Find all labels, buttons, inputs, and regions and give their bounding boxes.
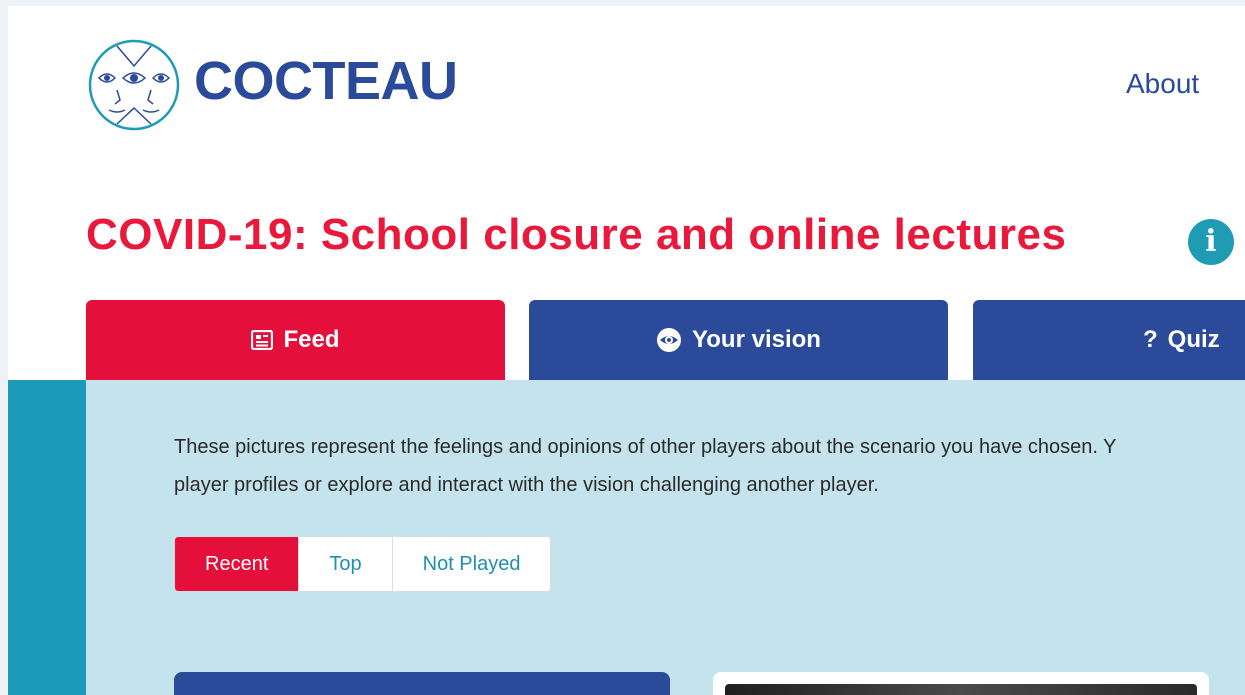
card-image — [725, 684, 1197, 695]
filter-not-played-button[interactable]: Not Played — [392, 537, 551, 591]
page: COCTEAU About COVID-19: School closure a… — [8, 6, 1245, 695]
tab-your-vision[interactable]: Your vision — [529, 300, 948, 380]
tab-your-vision-label: Your vision — [692, 326, 821, 353]
feed-description: These pictures represent the feelings an… — [174, 428, 1245, 504]
info-icon[interactable]: i — [1188, 219, 1234, 265]
tab-quiz[interactable]: ? Quiz — [973, 300, 1245, 380]
brand-name[interactable]: COCTEAU — [194, 50, 458, 112]
tab-feed-label: Feed — [283, 326, 340, 353]
eye-icon — [656, 327, 682, 353]
tab-quiz-label: Quiz — [1167, 326, 1220, 353]
newspaper-icon — [251, 330, 274, 350]
feed-filter-group: Recent Top Not Played — [174, 536, 552, 592]
feed-description-line-1: These pictures represent the feelings an… — [174, 436, 1117, 458]
tab-feed[interactable]: Feed — [86, 300, 505, 380]
feed-card[interactable] — [713, 672, 1209, 695]
feed-panel: These pictures represent the feelings an… — [8, 380, 1245, 695]
question-icon: ? — [1143, 326, 1158, 353]
feed-card[interactable] — [174, 672, 670, 695]
nav-about-link[interactable]: About — [1126, 68, 1199, 100]
cocteau-logo[interactable] — [87, 38, 181, 132]
filter-recent-button[interactable]: Recent — [175, 537, 300, 591]
decorative-stripe — [8, 380, 86, 695]
filter-top-button[interactable]: Top — [299, 537, 393, 591]
scenario-title: COVID-19: School closure and online lect… — [86, 210, 1067, 259]
feed-description-line-2: player profiles or explore and interact … — [174, 474, 879, 496]
